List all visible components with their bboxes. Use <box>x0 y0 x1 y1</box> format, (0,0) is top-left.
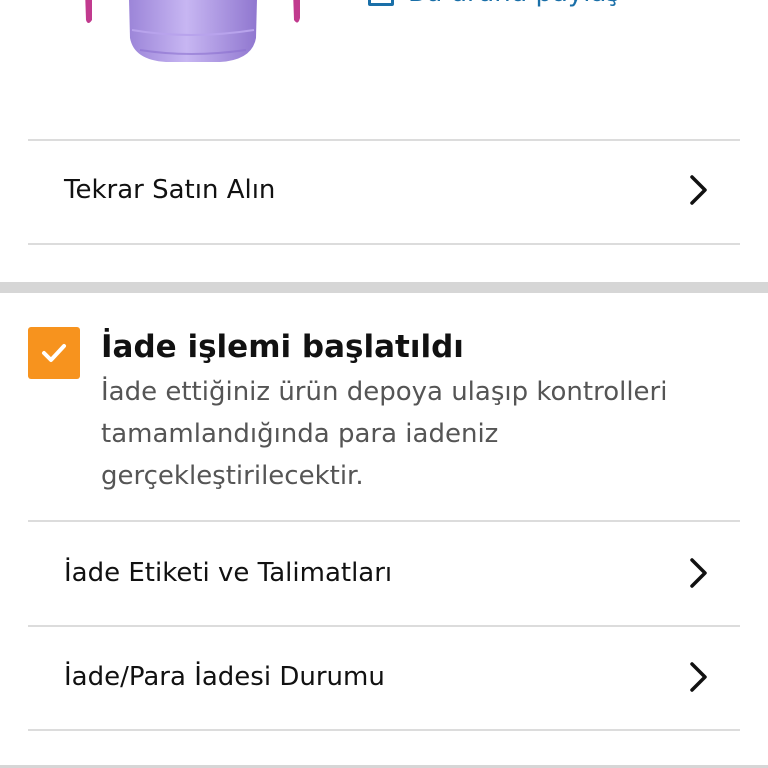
share-icon <box>368 0 394 6</box>
buy-again-label: Tekrar Satın Alın <box>64 175 276 205</box>
order-details-page: Bu ürünü paylaş Tekrar Satın Alın İade i… <box>0 0 768 768</box>
status-title: İade işlemi başlatıldı <box>101 329 464 365</box>
return-label-label: İade Etiketi ve Talimatları <box>64 557 393 588</box>
chevron-right-icon <box>690 557 707 588</box>
return-label-row[interactable]: İade Etiketi ve Talimatları <box>0 520 768 625</box>
return-status-block: İade işlemi başlatıldı İade ettiğiniz ür… <box>0 293 768 520</box>
divider <box>28 729 740 731</box>
product-header: Bu ürünü paylaş <box>0 0 768 140</box>
status-description: İade ettiğiniz ürün depoya ulaşıp kontro… <box>101 377 668 491</box>
refund-status-row[interactable]: İade/Para İadesi Durumu <box>0 625 768 729</box>
refund-status-label: İade/Para İadesi Durumu <box>64 662 385 692</box>
share-label: Bu ürünü paylaş <box>408 0 620 8</box>
chevron-right-icon <box>690 175 707 205</box>
product-image[interactable] <box>70 0 310 70</box>
share-product-link[interactable]: Bu ürünü paylaş <box>368 0 620 8</box>
divider <box>28 243 740 245</box>
section-separator <box>0 282 768 293</box>
checkbox-checked-icon <box>28 327 80 379</box>
chevron-right-icon <box>690 662 707 692</box>
buy-again-row[interactable]: Tekrar Satın Alın <box>0 139 768 241</box>
